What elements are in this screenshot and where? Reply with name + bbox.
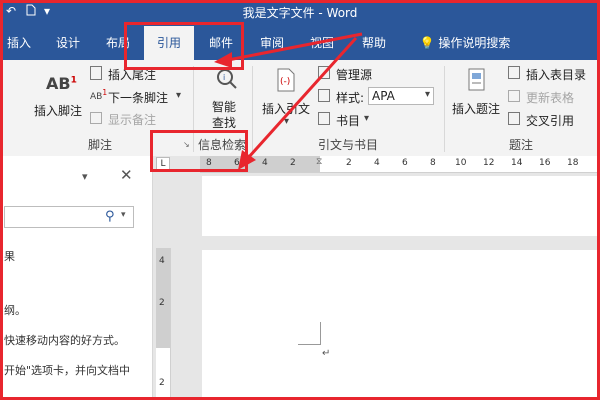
tab-review[interactable]: 审阅 (252, 26, 292, 60)
document-page-current[interactable]: ↵ (202, 250, 600, 400)
insert-footnote-label: 插入脚注 (34, 104, 83, 118)
tab-help[interactable]: 帮助 (352, 26, 396, 60)
tab-view[interactable]: 视图 (302, 26, 342, 60)
tell-me-search[interactable]: 💡 操作说明搜索 (410, 26, 520, 60)
tab-design[interactable]: 设计 (48, 26, 88, 60)
ruler-number: 6 (402, 158, 408, 168)
chevron-down-icon[interactable]: ▾ (82, 170, 88, 183)
svg-text:i: i (223, 73, 225, 82)
insert-citation-button[interactable]: (-) 插入引文 ▾ (262, 66, 314, 128)
highlight-references-tab (124, 22, 244, 70)
next-footnote-label: 下一条脚注 (108, 91, 169, 105)
lightbulb-icon: 💡 (419, 36, 435, 50)
tell-me-label: 操作说明搜索 (438, 36, 511, 50)
ruler-number: 2 (290, 158, 296, 168)
captions-group-label: 题注 (509, 138, 534, 152)
close-icon[interactable]: ✕ (120, 166, 133, 184)
title-bar: ↶ ▾ 我是文字文件 - Word (0, 0, 600, 26)
chevron-down-icon: ▾ (364, 113, 370, 124)
next-footnote-icon: AB1 (90, 88, 108, 102)
nav-text-line: 快速移动内容的好方式。 (4, 334, 125, 347)
insert-caption-label: 插入题注 (452, 102, 501, 116)
style-dropdown[interactable]: APA ▾ (368, 87, 434, 105)
ruler-number: 12 (483, 158, 495, 168)
chevron-down-icon: ▾ (284, 116, 290, 127)
nav-text-line: 果 (4, 250, 15, 263)
ribbon: AB1 插入脚注 插入尾注 AB1 下一条脚注 ▾ 显示备注 脚注 ↘ i 智能… (0, 60, 600, 157)
manage-sources-label: 管理源 (336, 68, 373, 82)
paragraph-mark: ↵ (322, 348, 331, 359)
bibliography-icon (318, 112, 330, 125)
smart-lookup-label-2: 查找 (212, 116, 237, 130)
ruler-number: 4 (374, 158, 380, 168)
update-table-icon (508, 90, 520, 102)
margin-corner-mark (298, 322, 321, 345)
footnotes-group-label: 脚注 (88, 138, 113, 152)
style-value: APA (372, 89, 395, 103)
endnote-icon (90, 66, 102, 80)
chevron-down-icon[interactable]: ▾ (121, 210, 126, 220)
tab-insert[interactable]: 插入 (0, 26, 38, 60)
ruler-number: 4 (262, 158, 268, 168)
ruler-number: 2 (159, 298, 165, 308)
document-page-previous (202, 176, 600, 236)
insert-table-of-figures-label: 插入表目录 (526, 68, 587, 82)
style-icon (318, 89, 330, 102)
ruler-number: 10 (455, 158, 467, 168)
cross-reference-label: 交叉引用 (526, 114, 575, 128)
ruler-number: 14 (511, 158, 523, 168)
show-notes-icon (90, 112, 102, 124)
ruler-number: 2 (346, 158, 352, 168)
chevron-down-icon: ▾ (424, 89, 430, 100)
ruler-number: 16 (539, 158, 551, 168)
window-title: 我是文字文件 - Word (242, 6, 358, 20)
indent-marker-icon[interactable]: ⧖ (316, 157, 322, 167)
nav-text-line: 纲。 (4, 304, 26, 317)
table-of-figures-icon (508, 66, 520, 79)
caption-icon (467, 68, 487, 96)
footnote-icon: AB1 (46, 74, 77, 93)
cross-reference-icon (508, 112, 520, 125)
show-notes-label: 显示备注 (108, 113, 157, 127)
search-icon[interactable]: ⚲ (105, 209, 115, 224)
smart-lookup-icon: i (216, 68, 238, 94)
smart-lookup-button[interactable]: i 智能 查找 (203, 64, 245, 130)
insert-footnote-button[interactable]: AB1 插入脚注 (30, 68, 88, 120)
svg-text:(-): (-) (280, 77, 290, 87)
citations-group-label: 引文与书目 (318, 138, 379, 152)
nav-search-input[interactable]: ⚲ ▾ (4, 206, 134, 228)
ruler-number: 4 (159, 256, 165, 266)
ruler-number: 18 (567, 158, 579, 168)
chevron-down-icon: ▾ (176, 90, 182, 101)
insert-caption-button[interactable]: 插入题注 (452, 66, 502, 128)
navigation-pane: ▾ ✕ ⚲ ▾ 果 纲。 快速移动内容的好方式。 开始"选项卡，并向文档中 (0, 156, 153, 400)
style-label: 样式: (336, 91, 365, 105)
update-table-label: 更新表格 (526, 91, 575, 105)
group-separator (252, 66, 253, 152)
ruler-number: 2 (159, 378, 165, 388)
citation-icon: (-) (276, 68, 296, 96)
vertical-ruler[interactable]: 4 2 2 (156, 248, 171, 400)
group-separator (444, 66, 445, 152)
ruler-number: 8 (430, 158, 436, 168)
manage-sources-icon (318, 66, 330, 79)
highlight-research-group (150, 130, 248, 172)
bibliography-label: 书目 (336, 114, 361, 128)
nav-text-line: 开始"选项卡，并向文档中 (4, 364, 131, 377)
smart-lookup-label-1: 智能 (212, 100, 237, 114)
horizontal-ruler[interactable]: 8 6 4 2 ⧖ 2 4 6 8 10 12 14 16 18 (200, 156, 600, 173)
ribbon-tabs: 插入 设计 布局 引用 邮件 审阅 视图 帮助 💡 操作说明搜索 (0, 26, 600, 60)
insert-citation-label: 插入引文 (262, 102, 311, 116)
